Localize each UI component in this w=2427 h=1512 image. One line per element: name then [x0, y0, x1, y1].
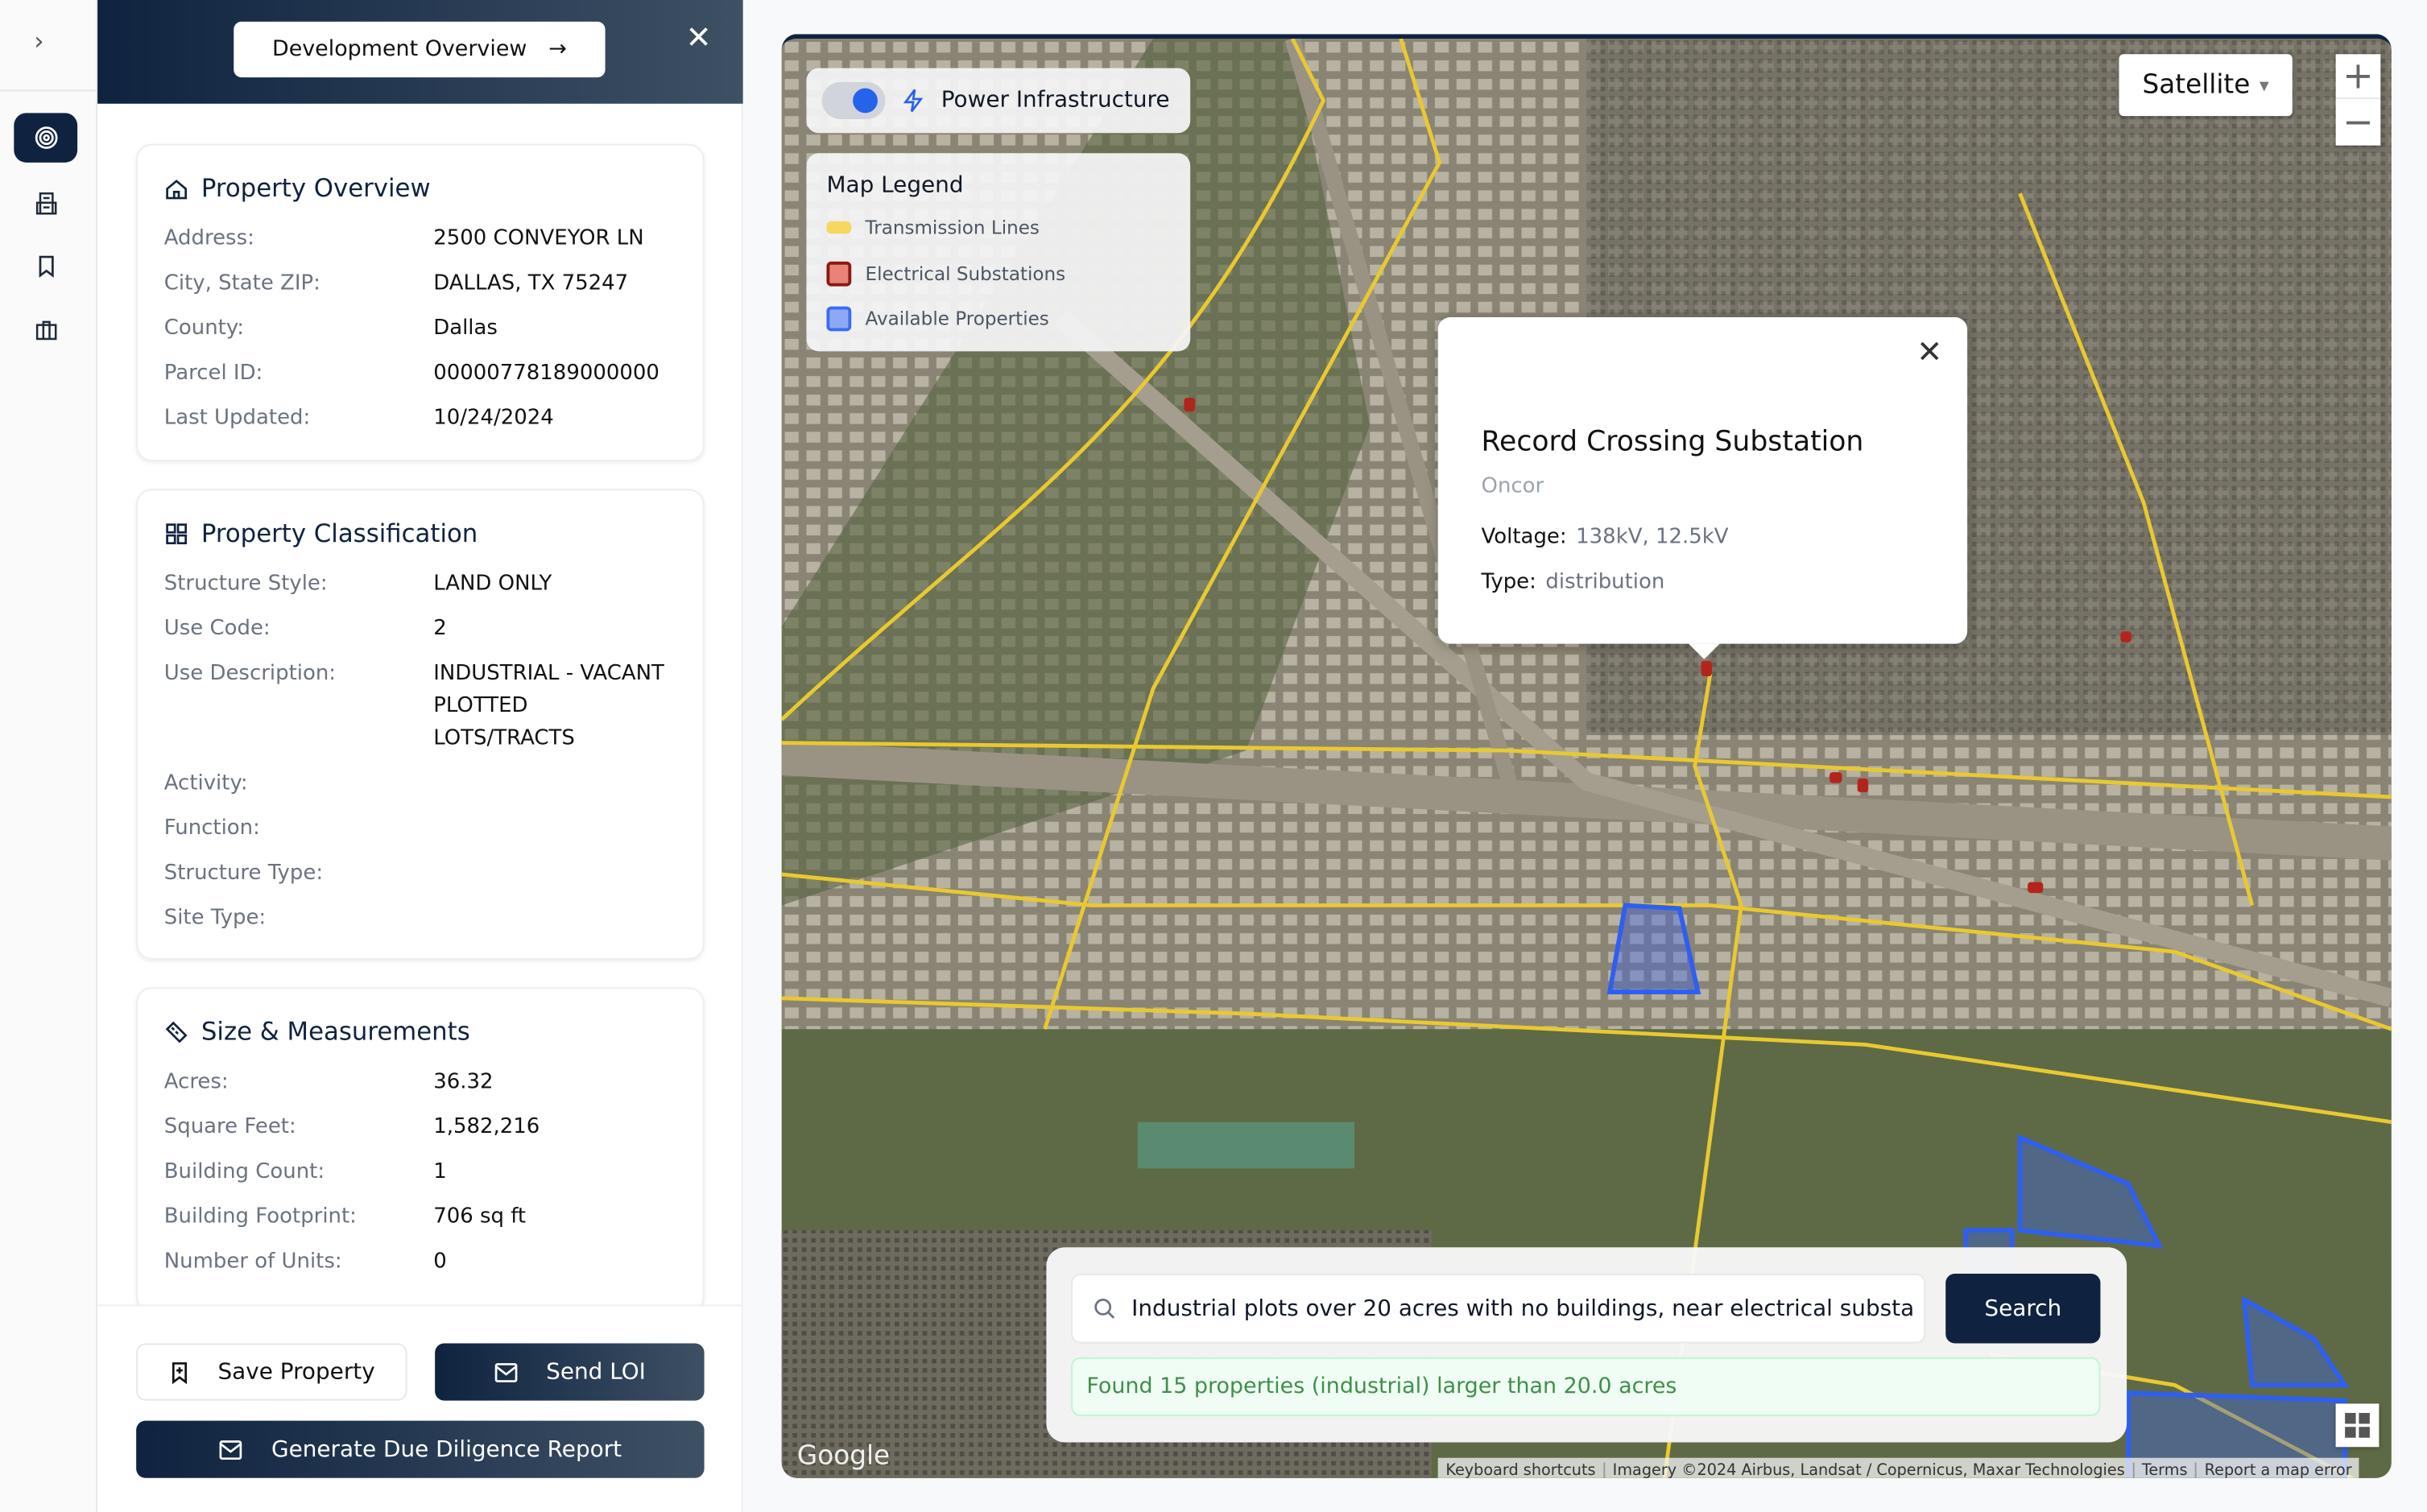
terms-link[interactable]: Terms — [2132, 1461, 2195, 1478]
section-title: Property Overview — [201, 173, 431, 203]
property-overview-card: Property Overview Address: 2500 CONVEYOR … — [136, 143, 705, 461]
google-logo: Google — [796, 1440, 891, 1473]
transmission-line-swatch — [826, 221, 852, 234]
section-title: Property Classification — [201, 518, 478, 548]
power-infrastructure-toggle[interactable]: Power Infrastructure — [806, 68, 1191, 134]
fullscreen-button[interactable] — [2335, 1403, 2379, 1448]
substation-marker — [1857, 778, 1869, 793]
close-icon[interactable]: ✕ — [1916, 333, 1942, 370]
arrow-right-icon: → — [548, 37, 567, 62]
legend-item: Available Properties — [826, 306, 1049, 332]
search-input[interactable]: Industrial plots over 20 acres with no b… — [1071, 1273, 1926, 1344]
divider — [0, 89, 98, 92]
size-measurements-card: Size & Measurements Acres: 36.32 Square F… — [136, 987, 705, 1305]
grid-icon — [2345, 1412, 2370, 1438]
map-attribution: Keyboard shortcuts Imagery ©2024 Airbus,… — [1437, 1457, 2360, 1478]
target-icon[interactable] — [14, 113, 78, 163]
mail-icon — [494, 1362, 518, 1382]
briefcase-icon[interactable] — [14, 305, 77, 355]
toggle-switch[interactable] — [821, 81, 886, 120]
satellite-map[interactable]: Power Infrastructure Map Legend Transmis… — [781, 34, 2392, 1478]
substation-swatch — [826, 261, 852, 287]
development-overview-label: Development Overview — [271, 37, 527, 62]
section-title: Size & Measurements — [201, 1016, 470, 1047]
search-result-message: Found 15 properties (industrial) larger … — [1071, 1357, 2101, 1416]
footer-divider — [97, 1304, 743, 1307]
legend-item: Electrical Substations — [826, 261, 1065, 287]
bookmark-icon[interactable] — [14, 242, 77, 291]
zoom-out-button[interactable]: − — [2336, 99, 2381, 144]
caret-down-icon: ▼ — [2259, 78, 2269, 93]
substation-name: Record Crossing Substation — [1481, 425, 1864, 458]
ruler-icon — [165, 1020, 188, 1043]
grid-icon — [166, 523, 188, 544]
panel-header: Development Overview → ✕ — [97, 0, 743, 104]
substation-popup: ✕ Record Crossing Substation Oncor Volta… — [1437, 317, 1968, 659]
voltage-row: Voltage: 138kV, 12.5kV — [1481, 524, 1729, 550]
map-legend: Map Legend Transmission Lines Electrical… — [806, 153, 1191, 352]
zoom-control: + − — [2335, 54, 2381, 146]
home-icon — [166, 179, 188, 199]
keyboard-shortcuts-link[interactable]: Keyboard shortcuts — [1438, 1462, 1603, 1478]
search-panel: Industrial plots over 20 acres with no b… — [1046, 1247, 2127, 1443]
legend-item: Transmission Lines — [826, 217, 1040, 238]
send-loi-button[interactable]: Send LOI — [435, 1343, 705, 1401]
map-type-dropdown[interactable]: Satellite ▼ — [2119, 54, 2293, 117]
chevron-right-icon[interactable]: › — [34, 27, 43, 56]
property-panel: Development Overview → ✕ Property Overvi… — [97, 0, 743, 1512]
property-classification-card: Property Classification Structure Style:… — [136, 489, 705, 960]
property-swatch — [826, 306, 852, 332]
report-error-link[interactable]: Report a map error — [2195, 1461, 2359, 1478]
close-icon[interactable]: ✕ — [686, 19, 712, 56]
generate-report-button[interactable]: Generate Due Diligence Report — [136, 1420, 705, 1478]
substation-marker — [1830, 772, 1842, 783]
search-button[interactable]: Search — [1945, 1273, 2101, 1344]
substation-marker — [2028, 882, 2044, 894]
save-property-button[interactable]: Save Property — [136, 1343, 407, 1401]
icon-rail: › — [0, 0, 98, 1512]
type-row: Type: distribution — [1481, 569, 1665, 595]
substation-operator: Oncor — [1481, 473, 1544, 498]
development-overview-button[interactable]: Development Overview → — [234, 21, 606, 78]
substation-marker — [1701, 660, 1712, 677]
imagery-credit: Imagery ©2024 Airbus, Landsat / Copernic… — [1603, 1461, 2132, 1478]
lightning-icon — [903, 89, 924, 113]
zoom-in-button[interactable]: + — [2335, 54, 2381, 100]
substation-marker — [1184, 398, 1195, 412]
mail-icon — [220, 1440, 242, 1460]
search-icon — [1094, 1299, 1115, 1319]
building-icon[interactable] — [14, 178, 77, 228]
legend-title: Map Legend — [826, 173, 964, 199]
substation-marker — [2120, 631, 2131, 642]
bookmark-plus-icon — [172, 1361, 187, 1384]
